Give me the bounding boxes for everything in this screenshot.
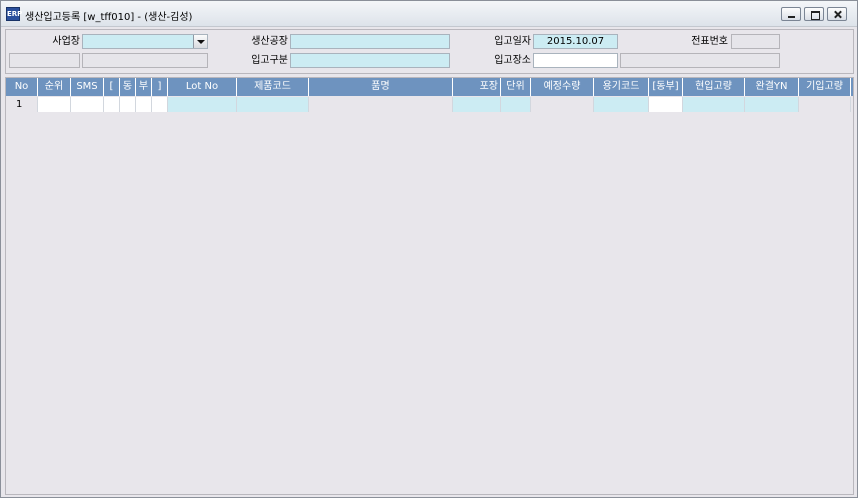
receipt-grid[interactable]: No 순위 SMS [ 동 부 ] Lot No 제품코드 품명 포장 단위 예… bbox=[5, 77, 854, 495]
app-icon[interactable]: ERP bbox=[6, 7, 22, 21]
cell-dongbu[interactable] bbox=[649, 97, 683, 112]
close-button[interactable] bbox=[827, 7, 847, 21]
row-number: 1 bbox=[6, 97, 38, 112]
cell-container-code[interactable] bbox=[594, 97, 649, 112]
receipt-date-field[interactable]: 2015.10.07 bbox=[533, 34, 618, 49]
col-header-current-qty[interactable]: 현입고량 bbox=[683, 78, 745, 96]
window-title: 생산입고등록 [w_tff010] - (생산-김성) bbox=[25, 12, 193, 23]
cell-planned-qty[interactable] bbox=[531, 97, 594, 112]
cell-unit[interactable] bbox=[501, 97, 531, 112]
slip-no-field[interactable] bbox=[731, 34, 780, 49]
col-header-dong[interactable]: 동 bbox=[120, 78, 136, 96]
col-header-unit[interactable]: 단위 bbox=[501, 78, 531, 96]
cell-bracket-close[interactable] bbox=[152, 97, 168, 112]
main-window: ERP 생산입고등록 [w_tff010] - (생산-김성) 사업장 생산공장… bbox=[0, 0, 858, 498]
col-header-prev-qty[interactable]: 기입고량 bbox=[799, 78, 851, 96]
title-bar[interactable]: ERP 생산입고등록 [w_tff010] - (생산-김성) bbox=[1, 1, 857, 27]
cell-sms[interactable] bbox=[71, 97, 104, 112]
receipt-location-desc bbox=[620, 53, 780, 68]
col-header-complete-yn[interactable]: 완결YN bbox=[745, 78, 799, 96]
business-site-combo[interactable] bbox=[82, 34, 208, 49]
business-site-name-field bbox=[82, 53, 208, 68]
cell-rank[interactable] bbox=[38, 97, 71, 112]
cell-prev-qty[interactable] bbox=[799, 97, 851, 112]
table-row[interactable]: 1 bbox=[6, 97, 853, 112]
col-header-bracket-open[interactable]: [ bbox=[104, 78, 120, 96]
production-plant-field[interactable] bbox=[290, 34, 450, 49]
business-site-label: 사업장 bbox=[52, 36, 80, 47]
col-header-product-name[interactable]: 품명 bbox=[309, 78, 453, 96]
col-header-no[interactable]: No bbox=[6, 78, 38, 96]
col-header-dongbu[interactable]: [동부] bbox=[649, 78, 683, 96]
business-site-code-field bbox=[9, 53, 80, 68]
receipt-location-field[interactable] bbox=[533, 53, 618, 68]
cell-packing[interactable] bbox=[453, 97, 501, 112]
col-header-product-code[interactable]: 제품코드 bbox=[237, 78, 309, 96]
minimize-icon bbox=[782, 8, 800, 20]
receipt-type-field[interactable] bbox=[290, 53, 450, 68]
cell-dong[interactable] bbox=[120, 97, 136, 112]
cell-bu[interactable] bbox=[136, 97, 152, 112]
col-header-bracket-close[interactable]: ] bbox=[152, 78, 168, 96]
col-header-lot-no[interactable]: Lot No bbox=[168, 78, 237, 96]
receipt-date-label: 입고일자 bbox=[494, 36, 531, 47]
cell-product-name[interactable] bbox=[309, 97, 453, 112]
col-header-rank[interactable]: 순위 bbox=[38, 78, 71, 96]
receipt-location-label: 입고장소 bbox=[494, 55, 531, 66]
slip-no-label: 전표번호 bbox=[691, 36, 728, 47]
close-icon bbox=[828, 8, 846, 20]
col-header-container-code[interactable]: 용기코드 bbox=[594, 78, 649, 96]
cell-complete-yn[interactable] bbox=[745, 97, 799, 112]
search-form: 사업장 생산공장 입고일자 2015.10.07 전표번호 입고구분 입고장소 bbox=[5, 29, 854, 74]
col-header-packing[interactable]: 포장 bbox=[453, 78, 501, 96]
grid-header: No 순위 SMS [ 동 부 ] Lot No 제품코드 품명 포장 단위 예… bbox=[6, 78, 853, 96]
col-header-bu[interactable]: 부 bbox=[136, 78, 152, 96]
cell-lot-no[interactable] bbox=[168, 97, 237, 112]
minimize-button[interactable] bbox=[781, 7, 801, 21]
cell-current-qty[interactable] bbox=[683, 97, 745, 112]
receipt-type-label: 입고구분 bbox=[251, 55, 288, 66]
col-header-sms[interactable]: SMS bbox=[71, 78, 104, 96]
cell-bracket-open[interactable] bbox=[104, 97, 120, 112]
production-plant-label: 생산공장 bbox=[251, 36, 288, 47]
chevron-down-icon[interactable] bbox=[193, 35, 207, 48]
maximize-button[interactable] bbox=[804, 7, 824, 21]
maximize-icon bbox=[805, 8, 823, 20]
cell-product-code[interactable] bbox=[237, 97, 309, 112]
col-header-planned-qty[interactable]: 예정수량 bbox=[531, 78, 594, 96]
